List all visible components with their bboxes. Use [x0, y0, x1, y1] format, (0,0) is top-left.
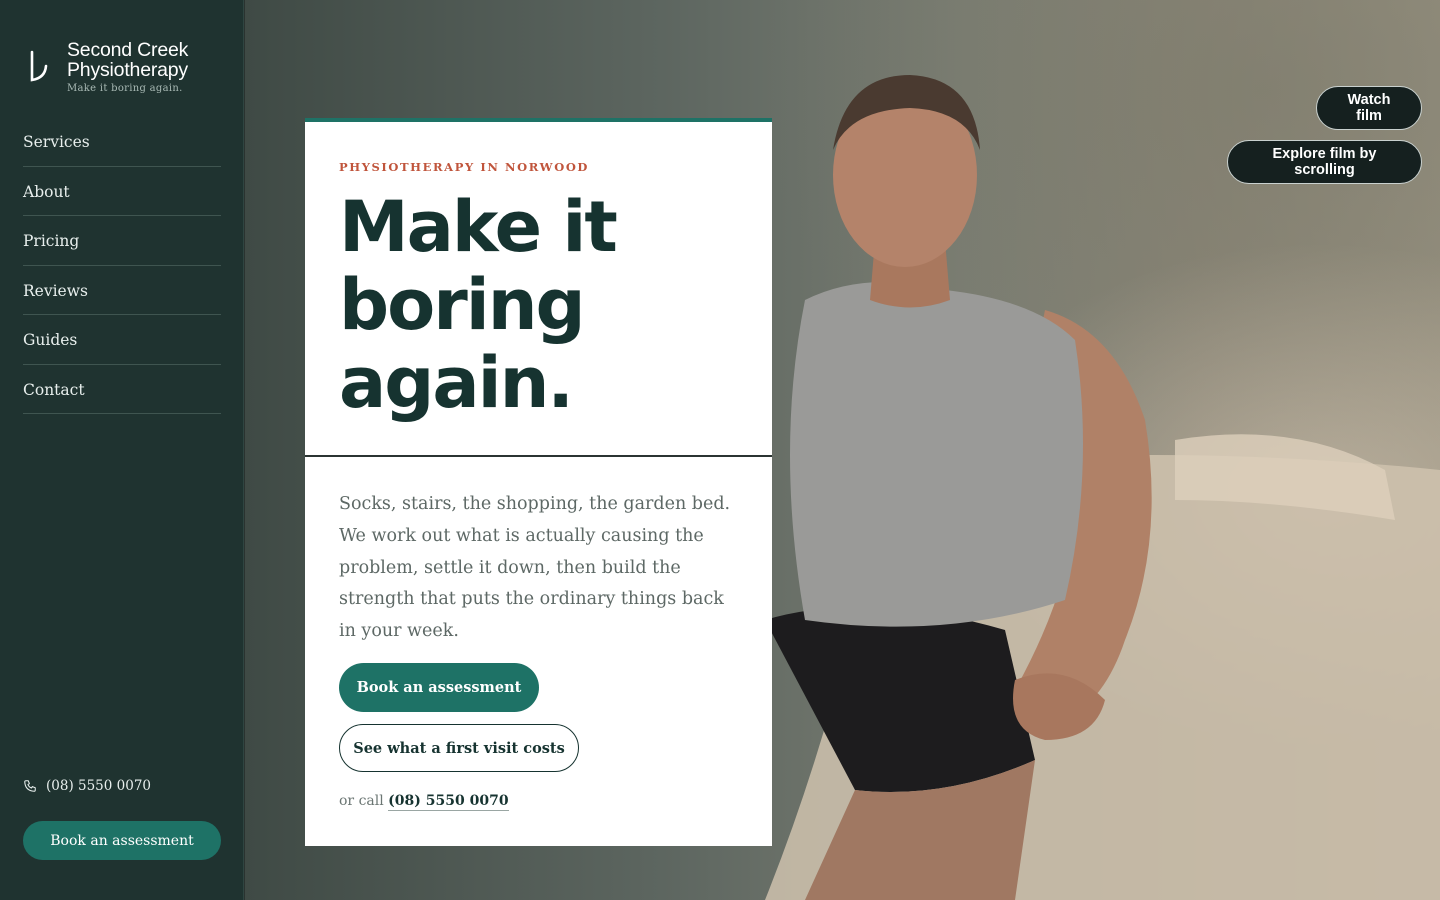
sidebar: Second Creek Physiotherapy Make it borin…: [0, 0, 244, 900]
nav-link-about[interactable]: About: [23, 181, 221, 201]
brand-text: Second Creek Physiotherapy Make it borin…: [67, 40, 188, 94]
hero-card: PHYSIOTHERAPY IN NORWOOD Make it boring …: [305, 118, 772, 846]
sidebar-phone-link[interactable]: (08) 5550 0070: [23, 778, 151, 794]
nav-item-about: About: [23, 167, 221, 216]
sidebar-phone-number: (08) 5550 0070: [46, 778, 152, 794]
card-divider: [305, 455, 772, 457]
or-call-line: or call (08) 5550 0070: [339, 793, 509, 811]
or-call-phone-link[interactable]: (08) 5550 0070: [388, 793, 509, 811]
hero-headline-line1: Make it: [339, 186, 618, 268]
main-nav: Services About Pricing Reviews Guides Co…: [23, 117, 221, 414]
book-assessment-button[interactable]: Book an assessment: [339, 663, 539, 712]
nav-item-reviews: Reviews: [23, 266, 221, 315]
nav-link-reviews[interactable]: Reviews: [23, 280, 221, 300]
nav-item-pricing: Pricing: [23, 216, 221, 266]
nav-link-services[interactable]: Services: [23, 131, 221, 151]
brand-name-line1: Second Creek: [67, 39, 189, 61]
hero-headline-line3: again.: [339, 342, 574, 424]
hero-lede: Socks, stairs, the shopping, the garden …: [339, 494, 731, 642]
nav-item-services: Services: [23, 117, 221, 167]
nav-link-contact[interactable]: Contact: [23, 379, 221, 399]
phone-icon: [24, 780, 36, 792]
nav-item-guides: Guides: [23, 315, 221, 365]
nav-link-pricing[interactable]: Pricing: [23, 230, 221, 250]
hero-headline: Make it boring again.: [339, 188, 739, 422]
first-visit-cost-button[interactable]: See what a first visit costs: [339, 724, 579, 772]
brand-tagline: Make it boring again.: [67, 83, 183, 94]
nav-link-guides[interactable]: Guides: [23, 329, 221, 349]
nav-item-contact: Contact: [23, 365, 221, 414]
hero-headline-line2: boring: [339, 264, 586, 346]
logo-mark-icon: [30, 50, 48, 82]
hero-eyebrow: PHYSIOTHERAPY IN NORWOOD: [339, 160, 590, 174]
brand-logo-link[interactable]: Second Creek Physiotherapy Make it borin…: [27, 40, 188, 94]
or-call-prefix: or call: [339, 793, 384, 809]
brand-name-line2: Physiotherapy: [67, 59, 188, 81]
explore-film-scroll-button[interactable]: Explore film by scrolling: [1227, 140, 1422, 184]
watch-film-button[interactable]: Watch film: [1316, 86, 1422, 130]
sidebar-book-assessment-button[interactable]: Book an assessment: [23, 821, 221, 860]
